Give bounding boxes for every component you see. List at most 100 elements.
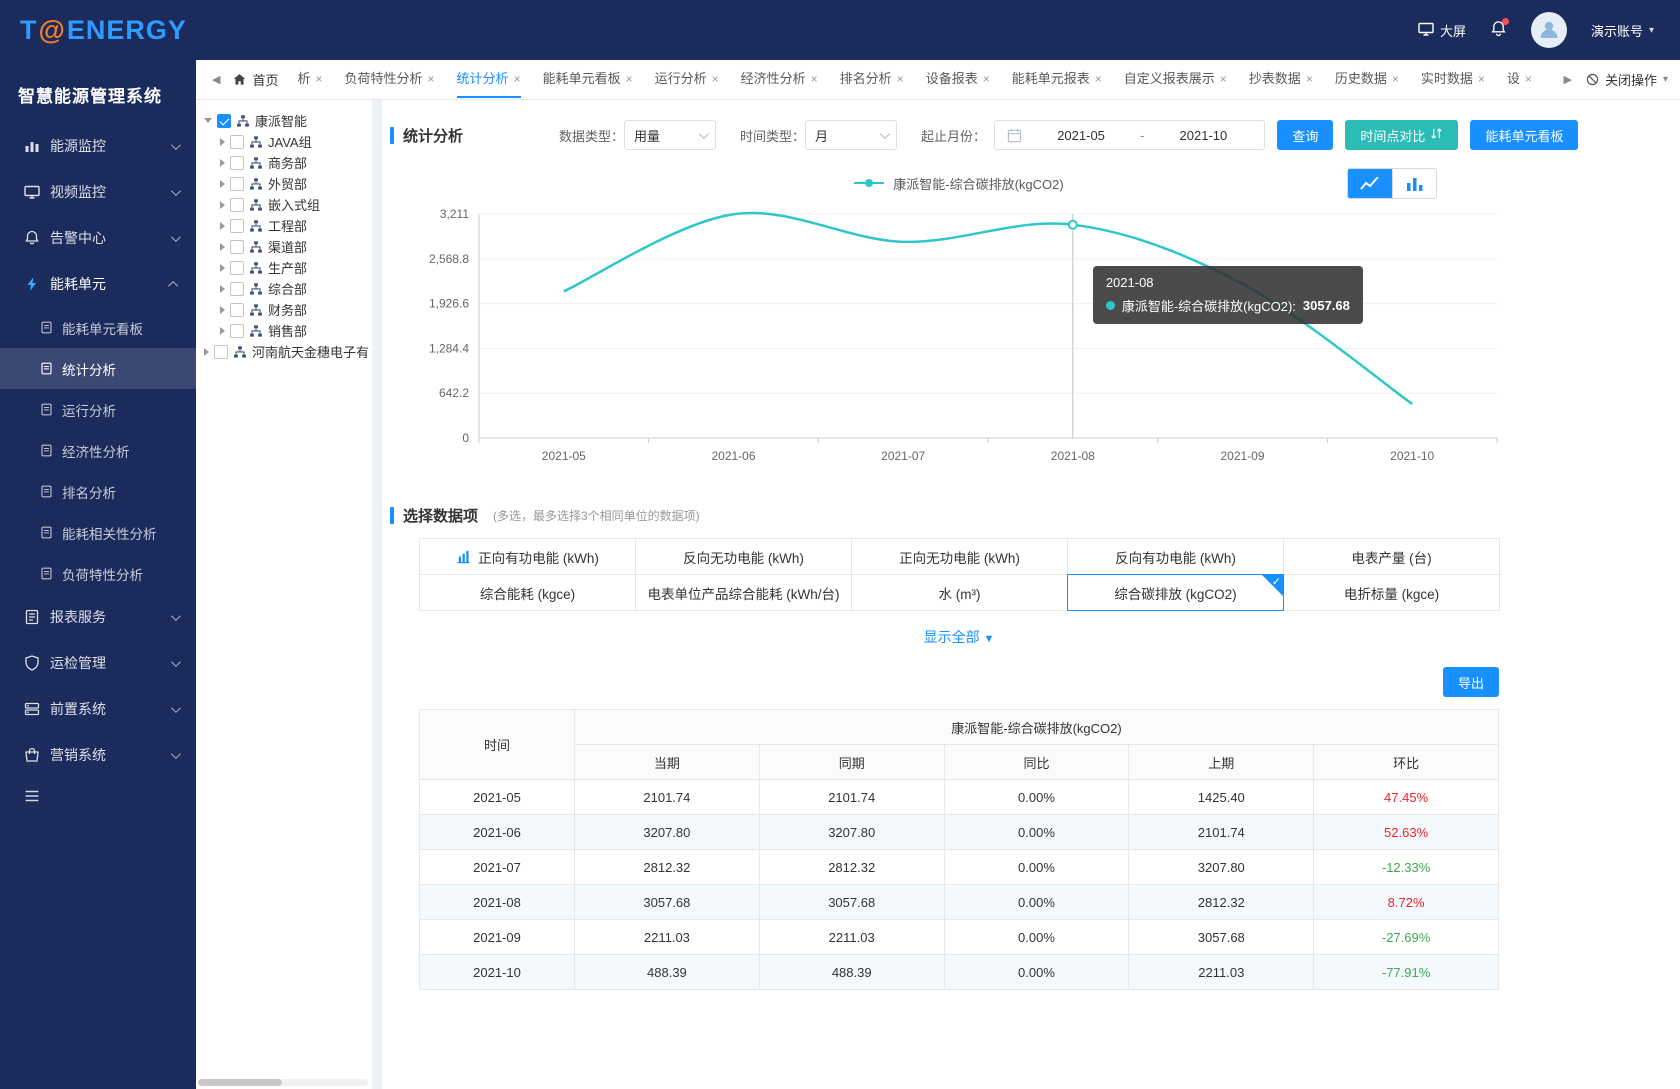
sidebar-subitem-1[interactable]: 统计分析 <box>0 348 196 389</box>
tab-2[interactable]: 统计分析× <box>457 60 521 98</box>
tab-1[interactable]: 负荷特性分析× <box>345 60 435 98</box>
export-button[interactable]: 导出 <box>1443 667 1499 697</box>
tree-checkbox[interactable] <box>230 261 244 275</box>
line-chart[interactable]: 0642.21,284.41,926.62,568.83,2112021-052… <box>419 200 1499 485</box>
tab-close-icon[interactable]: × <box>811 72 818 86</box>
data-item-6[interactable]: 电表单位产品综合能耗 (kWh/台) <box>635 574 852 611</box>
close-operations-menu[interactable]: 关闭操作 ▾ <box>1586 70 1668 89</box>
notification-bell[interactable] <box>1490 20 1507 40</box>
tabs-scroll-right-icon[interactable]: ▶ <box>1559 73 1575 86</box>
sidebar-item-front[interactable]: 前置系统 <box>0 686 196 732</box>
account-menu[interactable]: 演示账号 ▾ <box>1591 21 1654 40</box>
tree-checkbox[interactable] <box>230 135 244 149</box>
tab-9[interactable]: 自定义报表展示× <box>1124 60 1227 98</box>
tree-checkbox[interactable] <box>230 303 244 317</box>
sidebar-item-energy-unit[interactable]: 能耗单元 <box>0 261 196 307</box>
tree-checkbox[interactable] <box>230 324 244 338</box>
tree-item-5[interactable]: 渠道部 <box>196 236 372 257</box>
tab-close-icon[interactable]: × <box>514 72 521 86</box>
tree-item-3[interactable]: 嵌入式组 <box>196 194 372 215</box>
query-button[interactable]: 查询 <box>1277 120 1333 150</box>
tabs-scroll-left-icon[interactable]: ◀ <box>208 73 224 86</box>
sidebar-item-marketing[interactable]: 营销系统 <box>0 732 196 778</box>
data-item-7[interactable]: 水 (m³) <box>851 574 1068 611</box>
tree-item-4[interactable]: 工程部 <box>196 215 372 236</box>
tree-checkbox[interactable] <box>230 156 244 170</box>
caret-right-icon[interactable] <box>220 201 225 209</box>
tree-checkbox[interactable] <box>230 240 244 254</box>
data-item-8[interactable]: 综合碳排放 (kgCO2) <box>1067 574 1284 611</box>
tree-checkbox[interactable] <box>214 345 228 359</box>
caret-right-icon[interactable] <box>220 264 225 272</box>
tree-checkbox[interactable] <box>230 282 244 296</box>
avatar[interactable] <box>1531 12 1567 48</box>
time-type-select[interactable]: 月 <box>805 120 897 150</box>
tab-6[interactable]: 排名分析× <box>840 60 904 98</box>
show-all-link[interactable]: 显示全部 ▼ <box>419 627 1499 647</box>
sidebar-item-report[interactable]: 报表服务 <box>0 594 196 640</box>
tree-checkbox[interactable] <box>230 177 244 191</box>
data-type-select[interactable]: 用量 <box>624 120 716 150</box>
tree-item-0[interactable]: JAVA组 <box>196 131 372 152</box>
sidebar-item-video-monitor[interactable]: 视频监控 <box>0 169 196 215</box>
sidebar-item-energy-monitor[interactable]: 能源监控 <box>0 123 196 169</box>
tree-checkbox[interactable] <box>230 198 244 212</box>
tree-checkbox[interactable] <box>217 114 231 128</box>
tab-close-icon[interactable]: × <box>1525 72 1532 86</box>
sidebar-subitem-2[interactable]: 运行分析 <box>0 389 196 430</box>
tab-close-icon[interactable]: × <box>712 72 719 86</box>
tab-close-icon[interactable]: × <box>1306 72 1313 86</box>
tab-13[interactable]: 设× <box>1507 60 1532 98</box>
sidebar-subitem-6[interactable]: 负荷特性分析 <box>0 553 196 594</box>
caret-right-icon[interactable] <box>220 222 225 230</box>
time-compare-button[interactable]: 时间点对比 <box>1345 120 1458 150</box>
tab-4[interactable]: 运行分析× <box>655 60 719 98</box>
tree-item-7[interactable]: 综合部 <box>196 278 372 299</box>
tree-item-other[interactable]: 河南航天金穗电子有 <box>196 341 372 362</box>
tab-7[interactable]: 设备报表× <box>926 60 990 98</box>
tab-0[interactable]: 析× <box>297 60 322 98</box>
tab-close-icon[interactable]: × <box>1220 72 1227 86</box>
caret-right-icon[interactable] <box>204 348 209 356</box>
tab-close-icon[interactable]: × <box>983 72 990 86</box>
tree-item-1[interactable]: 商务部 <box>196 152 372 173</box>
tree-item-2[interactable]: 外贸部 <box>196 173 372 194</box>
chart-legend[interactable]: 康派智能-综合碳排放(kgCO2) <box>419 166 1499 200</box>
data-item-3[interactable]: 反向有功电能 (kWh) <box>1067 538 1284 575</box>
sidebar-item-ops[interactable]: 运检管理 <box>0 640 196 686</box>
tab-10[interactable]: 抄表数据× <box>1249 60 1313 98</box>
data-item-9[interactable]: 电折标量 (kgce) <box>1283 574 1500 611</box>
tab-close-icon[interactable]: × <box>626 72 633 86</box>
tab-5[interactable]: 经济性分析× <box>741 60 818 98</box>
sidebar-subitem-0[interactable]: 能耗单元看板 <box>0 307 196 348</box>
tab-3[interactable]: 能耗单元看板× <box>543 60 633 98</box>
caret-down-icon[interactable] <box>204 118 212 123</box>
month-range-picker[interactable]: 2021-05 - 2021-10 <box>994 120 1265 150</box>
caret-right-icon[interactable] <box>220 159 225 167</box>
big-screen-button[interactable]: 大屏 <box>1418 21 1466 40</box>
tree-checkbox[interactable] <box>230 219 244 233</box>
sidebar-item-alarm-center[interactable]: 告警中心 <box>0 215 196 261</box>
data-item-4[interactable]: 电表产量 (台) <box>1283 538 1500 575</box>
sidebar-collapse-button[interactable] <box>24 788 196 809</box>
tree-item-9[interactable]: 销售部 <box>196 320 372 341</box>
sidebar-subitem-5[interactable]: 能耗相关性分析 <box>0 512 196 553</box>
line-chart-toggle[interactable] <box>1348 169 1392 198</box>
tab-11[interactable]: 历史数据× <box>1335 60 1399 98</box>
caret-right-icon[interactable] <box>220 285 225 293</box>
sidebar-subitem-4[interactable]: 排名分析 <box>0 471 196 512</box>
tab-close-icon[interactable]: × <box>897 72 904 86</box>
tab-close-icon[interactable]: × <box>1478 72 1485 86</box>
caret-right-icon[interactable] <box>220 327 225 335</box>
data-item-2[interactable]: 正向无功电能 (kWh) <box>851 538 1068 575</box>
caret-right-icon[interactable] <box>220 138 225 146</box>
range-start-value[interactable]: 2021-05 <box>1032 128 1130 143</box>
range-end-value[interactable]: 2021-10 <box>1154 128 1252 143</box>
tree-root[interactable]: 康派智能 <box>196 110 372 131</box>
data-item-0[interactable]: 正向有功电能 (kWh) <box>419 538 636 575</box>
tab-close-icon[interactable]: × <box>316 72 323 86</box>
energy-board-button[interactable]: 能耗单元看板 <box>1470 120 1578 150</box>
tree-item-8[interactable]: 财务部 <box>196 299 372 320</box>
tree-item-6[interactable]: 生产部 <box>196 257 372 278</box>
caret-right-icon[interactable] <box>220 243 225 251</box>
